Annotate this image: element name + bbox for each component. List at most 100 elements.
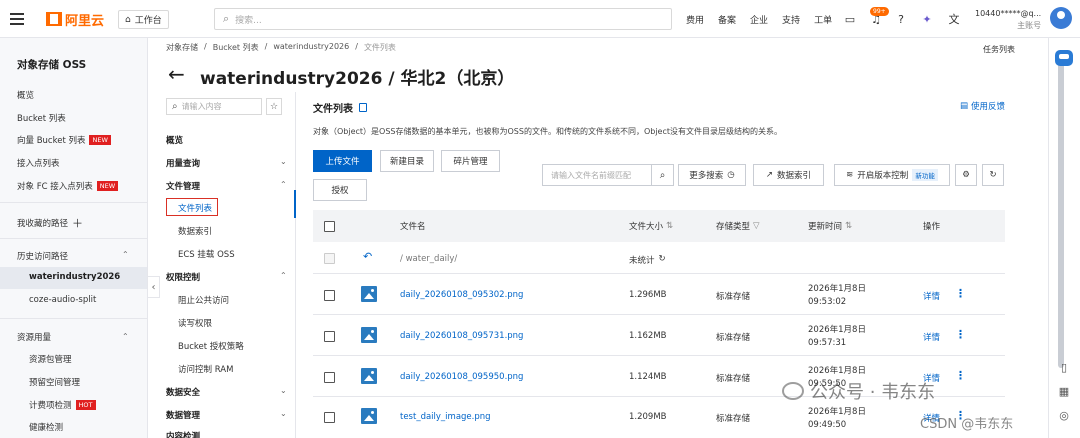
fragment-mgmt-button[interactable]: 碎片管理 bbox=[441, 150, 500, 172]
more-search-button[interactable]: 更多搜索 ◷ bbox=[678, 164, 746, 186]
page-scrollbar[interactable] bbox=[1058, 58, 1064, 368]
history-item-coze-audio-split[interactable]: coze-audio-split bbox=[29, 295, 96, 305]
detail-link[interactable]: 详情 bbox=[923, 290, 940, 302]
sidebar-item-resource-pack[interactable]: 资源包管理 bbox=[29, 353, 72, 365]
nav-support[interactable]: 支持 bbox=[782, 13, 800, 26]
row-checkbox[interactable] bbox=[324, 331, 335, 342]
sort-icon[interactable]: ⇅ bbox=[666, 221, 673, 231]
more-actions-icon[interactable]: ⋮ bbox=[955, 369, 966, 382]
detail-link[interactable]: 详情 bbox=[923, 331, 940, 343]
authorize-button[interactable]: 授权 bbox=[313, 179, 367, 201]
favorites-section[interactable]: 我收藏的路径＋ bbox=[17, 215, 83, 231]
col-header-updated[interactable]: 更新时间 ⇅ bbox=[808, 220, 852, 232]
sort-icon[interactable]: ⇅ bbox=[845, 221, 852, 231]
assistant-bot-icon[interactable] bbox=[1055, 50, 1073, 66]
help-icon[interactable]: ? bbox=[894, 12, 908, 26]
col-header-storage[interactable]: 存储类型 ▽ bbox=[716, 220, 760, 232]
row-checkbox[interactable] bbox=[324, 412, 335, 423]
back-arrow-icon[interactable]: ← bbox=[168, 64, 185, 84]
history-item-waterindustry2026[interactable]: waterindustry2026 bbox=[29, 272, 120, 282]
workbench-button[interactable]: ⌂ 工作台 bbox=[118, 10, 169, 29]
subnav-rw-perm[interactable]: 读写权限 bbox=[178, 317, 212, 329]
grid-icon[interactable]: ▦ bbox=[1057, 384, 1071, 398]
avatar[interactable] bbox=[1050, 7, 1072, 29]
subnav-usage[interactable]: 用量查询 bbox=[166, 157, 200, 169]
subnav-perm[interactable]: 权限控制 bbox=[166, 271, 200, 283]
file-name-link[interactable]: test_daily_image.png bbox=[400, 412, 491, 422]
file-name-link[interactable]: daily_20260108_095731.png bbox=[400, 331, 523, 341]
chevron-up-icon[interactable]: ⌃ bbox=[280, 271, 287, 280]
terminal-icon[interactable]: ▭ bbox=[843, 12, 857, 26]
subnav-data-mgmt[interactable]: 数据管理 bbox=[166, 409, 200, 421]
row-checkbox[interactable] bbox=[324, 290, 335, 301]
chevron-down-icon[interactable]: ⌄ bbox=[280, 409, 287, 418]
subnav-file-list[interactable]: 文件列表 bbox=[178, 202, 212, 214]
sidebar-item-billing-check[interactable]: 计费项检测 HOT bbox=[29, 399, 96, 411]
nav-cost[interactable]: 费用 bbox=[686, 13, 704, 26]
breadcrumb-bucket-list[interactable]: Bucket 列表 bbox=[213, 42, 259, 53]
account-info[interactable]: 10440*****@q... 主账号 bbox=[975, 8, 1041, 32]
subnav-bucket-policy[interactable]: Bucket 授权策略 bbox=[178, 340, 244, 352]
subnav-file-mgmt[interactable]: 文件管理 bbox=[166, 180, 200, 192]
upload-file-button[interactable]: 上传文件 bbox=[313, 150, 372, 172]
subnav-overview[interactable]: 概览 bbox=[166, 134, 183, 146]
subnav-content[interactable]: 内容检测 bbox=[166, 430, 200, 438]
sidebar-item-reserved-space[interactable]: 预留空间管理 bbox=[29, 376, 80, 388]
collapse-sidebar-button[interactable]: ‹ bbox=[148, 276, 160, 298]
versioning-button[interactable]: ≋ 开启版本控制 新功能 bbox=[834, 164, 950, 186]
nav-enterprise[interactable]: 企业 bbox=[750, 13, 768, 26]
nav-ticket[interactable]: 工单 bbox=[814, 13, 832, 26]
breadcrumb-oss[interactable]: 对象存储 bbox=[166, 42, 198, 53]
feedback-link[interactable]: ▤ 使用反馈 bbox=[960, 100, 1005, 112]
aliyun-logo[interactable]: 阿里云 bbox=[46, 10, 104, 29]
menu-icon[interactable] bbox=[10, 13, 24, 25]
document-icon[interactable] bbox=[359, 103, 367, 112]
sidebar-item-access-points[interactable]: 接入点列表 bbox=[17, 157, 60, 169]
chevron-up-icon[interactable]: ⌃ bbox=[122, 332, 129, 341]
sidebar-item-fc-access-points[interactable]: 对象 FC 接入点列表 NEW bbox=[17, 180, 119, 192]
sidebar-item-health-check[interactable]: 健康检测 bbox=[29, 421, 63, 433]
settings-gear-icon[interactable]: ⚙ bbox=[955, 164, 977, 186]
more-actions-icon[interactable]: ⋮ bbox=[955, 287, 966, 300]
resource-section[interactable]: 资源用量 bbox=[17, 331, 51, 343]
history-section[interactable]: 历史访问路径 bbox=[17, 250, 68, 262]
sidebar-item-bucket-list[interactable]: Bucket 列表 bbox=[17, 112, 66, 124]
new-directory-button[interactable]: 新建目录 bbox=[380, 150, 434, 172]
global-search-input[interactable]: ⌕ 搜索... bbox=[214, 8, 672, 30]
breadcrumb-bucket[interactable]: waterindustry2026 bbox=[273, 42, 349, 53]
select-all-checkbox[interactable] bbox=[324, 221, 335, 232]
star-icon[interactable]: ☆ bbox=[266, 98, 282, 115]
filter-icon[interactable]: ▽ bbox=[753, 221, 760, 231]
refresh-icon[interactable]: ↻ bbox=[659, 254, 666, 266]
file-name-link[interactable]: daily_20260108_095302.png bbox=[400, 290, 523, 300]
ai-assistant-icon[interactable]: ✦ bbox=[920, 12, 934, 26]
search-icon[interactable]: ⌕ bbox=[651, 165, 673, 185]
chevron-up-icon[interactable]: ⌃ bbox=[280, 180, 287, 189]
subnav-security[interactable]: 数据安全 bbox=[166, 386, 200, 398]
language-icon[interactable]: 文 bbox=[947, 12, 961, 26]
chevron-up-icon[interactable]: ⌃ bbox=[122, 250, 129, 259]
headset-icon[interactable]: ◎ bbox=[1057, 408, 1071, 422]
subnav-ram[interactable]: 访问控制 RAM bbox=[178, 363, 233, 375]
return-arrow-icon[interactable]: ↶ bbox=[363, 250, 372, 263]
subnav-search-input[interactable]: ⌕ 请输入内容 bbox=[166, 98, 262, 115]
more-actions-icon[interactable]: ⋮ bbox=[955, 328, 966, 341]
plus-icon[interactable]: ＋ bbox=[72, 215, 83, 231]
data-index-button[interactable]: ↗ 数据索引 bbox=[753, 164, 824, 186]
chevron-down-icon[interactable]: ⌄ bbox=[482, 67, 492, 81]
nav-filing[interactable]: 备案 bbox=[718, 13, 736, 26]
chevron-down-icon[interactable]: ⌄ bbox=[280, 157, 287, 166]
sidebar-item-vector-bucket[interactable]: 向量 Bucket 列表 NEW bbox=[17, 134, 111, 146]
file-name-link[interactable]: daily_20260108_095950.png bbox=[400, 372, 523, 382]
subnav-block-public[interactable]: 阻止公共访问 bbox=[178, 294, 229, 306]
tablet-icon[interactable]: ▯ bbox=[1057, 360, 1071, 374]
row-checkbox[interactable] bbox=[324, 372, 335, 383]
subnav-data-index[interactable]: 数据索引 bbox=[178, 225, 212, 237]
task-list-link[interactable]: 任务列表 bbox=[983, 44, 1015, 55]
col-header-size[interactable]: 文件大小 ⇅ bbox=[629, 220, 673, 232]
subnav-ecs-mount[interactable]: ECS 挂载 OSS bbox=[178, 248, 235, 260]
refresh-icon[interactable]: ↻ bbox=[982, 164, 1004, 186]
chevron-down-icon[interactable]: ⌄ bbox=[280, 386, 287, 395]
sidebar-item-overview[interactable]: 概览 bbox=[17, 89, 34, 101]
file-search-input[interactable]: 请输入文件名前缀匹配 ⌕ bbox=[542, 164, 674, 186]
